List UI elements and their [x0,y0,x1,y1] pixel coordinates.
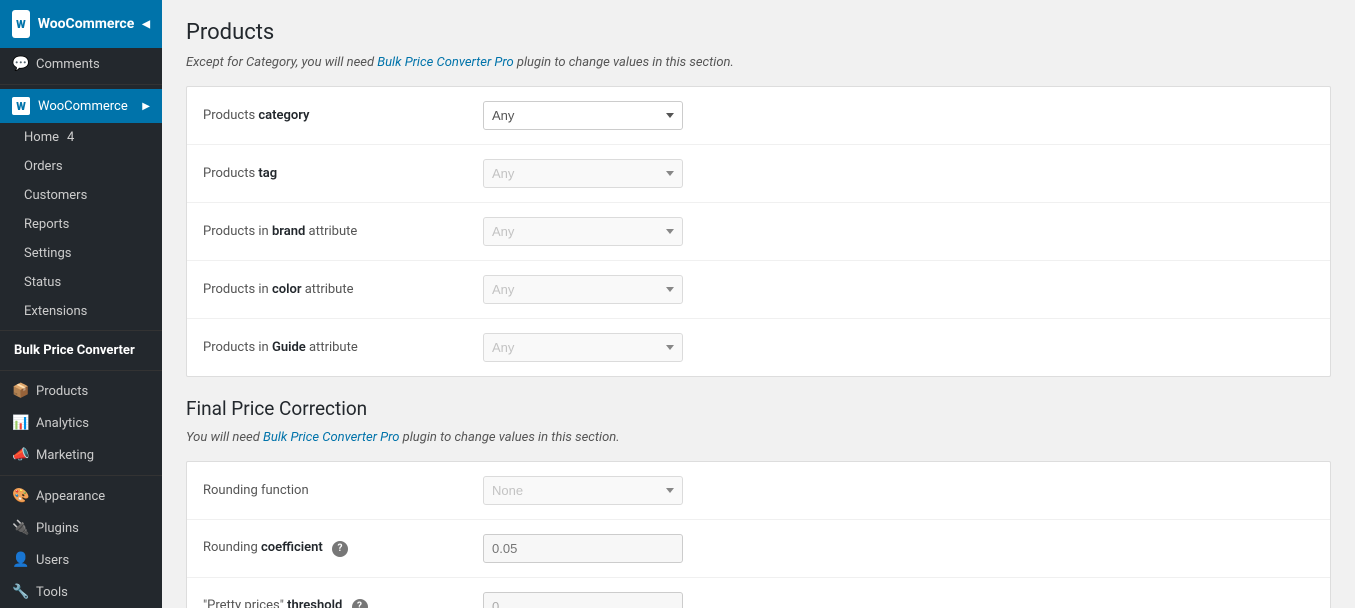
tag-label: Products tag [203,166,483,181]
brand-control: Any [483,217,1314,246]
guide-label: Products in Guide attribute [203,340,483,355]
appearance-icon: 🎨 [12,488,28,504]
sidebar-item-label: Status [24,275,61,290]
final-price-title: Final Price Correction [186,397,1331,420]
sidebar-item-extensions[interactable]: Extensions [0,297,162,326]
users-icon: 👤 [12,552,28,568]
sidebar-item-settings[interactable]: Settings [0,239,162,268]
sidebar-item-comments[interactable]: 💬 Comments [0,48,162,80]
sidebar-item-label: Comments [36,57,100,72]
sidebar-item-users[interactable]: 👤 Users [0,544,162,576]
sidebar-item-label: Products [36,384,88,399]
sidebar-item-customers[interactable]: Customers [0,181,162,210]
sidebar-divider2 [0,330,162,331]
products-filter-card: Products category Any Products tag Any P… [186,86,1331,377]
sidebar-item-products[interactable]: 📦 Products [0,375,162,407]
sidebar-item-label: Plugins [36,521,79,536]
plugins-icon: 🔌 [12,520,28,536]
rounding-function-select[interactable]: None [483,476,683,505]
final-price-notice: You will need Bulk Price Converter Pro p… [186,430,1331,445]
rounding-coefficient-control [483,534,1314,563]
sidebar-item-appearance[interactable]: 🎨 Appearance [0,480,162,512]
color-label: Products in color attribute [203,282,483,297]
pretty-prices-label: "Pretty prices" threshold ? [203,598,483,608]
sidebar-item-label: Marketing [36,448,94,463]
brand-select[interactable]: Any [483,217,683,246]
rounding-function-control: None [483,476,1314,505]
rounding-coefficient-label: Rounding coefficient ? [203,540,483,557]
woocommerce-logo-icon: W [12,10,30,38]
sidebar-item-label: Bulk Price Converter [14,343,135,358]
sidebar-divider3 [0,370,162,371]
color-control: Any [483,275,1314,304]
sidebar-item-label: Reports [24,217,69,232]
pretty-prices-control [483,592,1314,608]
tag-row: Products tag Any [187,145,1330,203]
rounding-function-row: Rounding function None [187,462,1330,520]
rounding-coefficient-help-icon[interactable]: ? [332,541,348,557]
color-row: Products in color attribute Any [187,261,1330,319]
sidebar: W WooCommerce ◀ 💬 Comments W WooCommerce… [0,0,162,608]
bulk-price-converter-pro-link[interactable]: Bulk Price Converter Pro [377,55,513,70]
guide-select[interactable]: Any [483,333,683,362]
sidebar-item-label: Tools [36,585,68,600]
woocommerce-nav-icon: W [12,97,30,115]
sidebar-item-label: Settings [24,246,71,261]
woocommerce-logo[interactable]: W WooCommerce ◀ [0,0,162,48]
sidebar-collapse-icon: ◀ [142,19,150,30]
rounding-coefficient-row: Rounding coefficient ? [187,520,1330,578]
sidebar-item-label: Appearance [36,489,105,504]
main-content: Products Except for Category, you will n… [162,0,1355,608]
sidebar-item-marketing[interactable]: 📣 Marketing [0,439,162,471]
sidebar-item-home[interactable]: Home 4 [0,123,162,152]
tools-icon: 🔧 [12,584,28,600]
brand-row: Products in brand attribute Any [187,203,1330,261]
bulk-price-converter-pro-link2[interactable]: Bulk Price Converter Pro [263,430,399,445]
category-row: Products category Any [187,87,1330,145]
guide-row: Products in Guide attribute Any [187,319,1330,376]
sidebar-item-plugins[interactable]: 🔌 Plugins [0,512,162,544]
comments-icon: 💬 [12,56,28,72]
sidebar-item-label: WooCommerce [38,99,128,114]
sidebar-item-label: Customers [24,188,87,203]
sidebar-item-tools[interactable]: 🔧 Tools [0,576,162,608]
tag-control: Any [483,159,1314,188]
guide-control: Any [483,333,1314,362]
sidebar-divider [0,84,162,85]
brand-label: Products in brand attribute [203,224,483,239]
category-select[interactable]: Any [483,101,683,130]
sidebar-item-label: Extensions [24,304,87,319]
page-title: Products [186,20,1331,45]
home-badge: 4 [67,130,74,145]
sidebar-item-bulk-price-converter[interactable]: Bulk Price Converter [0,335,162,366]
pretty-prices-row: "Pretty prices" threshold ? [187,578,1330,608]
final-price-card: Rounding function None Rounding coeffici… [186,461,1331,608]
sidebar-item-label: Home [24,130,59,145]
sidebar-item-reports[interactable]: Reports [0,210,162,239]
category-control: Any [483,101,1314,130]
color-select[interactable]: Any [483,275,683,304]
products-icon: 📦 [12,383,28,399]
sidebar-item-label: Orders [24,159,63,174]
sidebar-item-woocommerce[interactable]: W WooCommerce ▶ [0,89,162,123]
pretty-prices-help-icon[interactable]: ? [352,599,368,608]
sidebar-item-label: Analytics [36,416,89,431]
sidebar-item-status[interactable]: Status [0,268,162,297]
analytics-icon: 📊 [12,415,28,431]
rounding-coefficient-input[interactable] [483,534,683,563]
woocommerce-logo-text: WooCommerce [38,16,135,32]
pretty-prices-input[interactable] [483,592,683,608]
sidebar-divider4 [0,475,162,476]
rounding-function-label: Rounding function [203,483,483,498]
sidebar-item-analytics[interactable]: 📊 Analytics [0,407,162,439]
tag-select[interactable]: Any [483,159,683,188]
sidebar-arrow-icon: ▶ [142,101,150,112]
sidebar-item-orders[interactable]: Orders [0,152,162,181]
marketing-icon: 📣 [12,447,28,463]
products-notice: Except for Category, you will need Bulk … [186,55,1331,70]
category-label: Products category [203,108,483,123]
sidebar-item-label: Users [36,553,69,568]
